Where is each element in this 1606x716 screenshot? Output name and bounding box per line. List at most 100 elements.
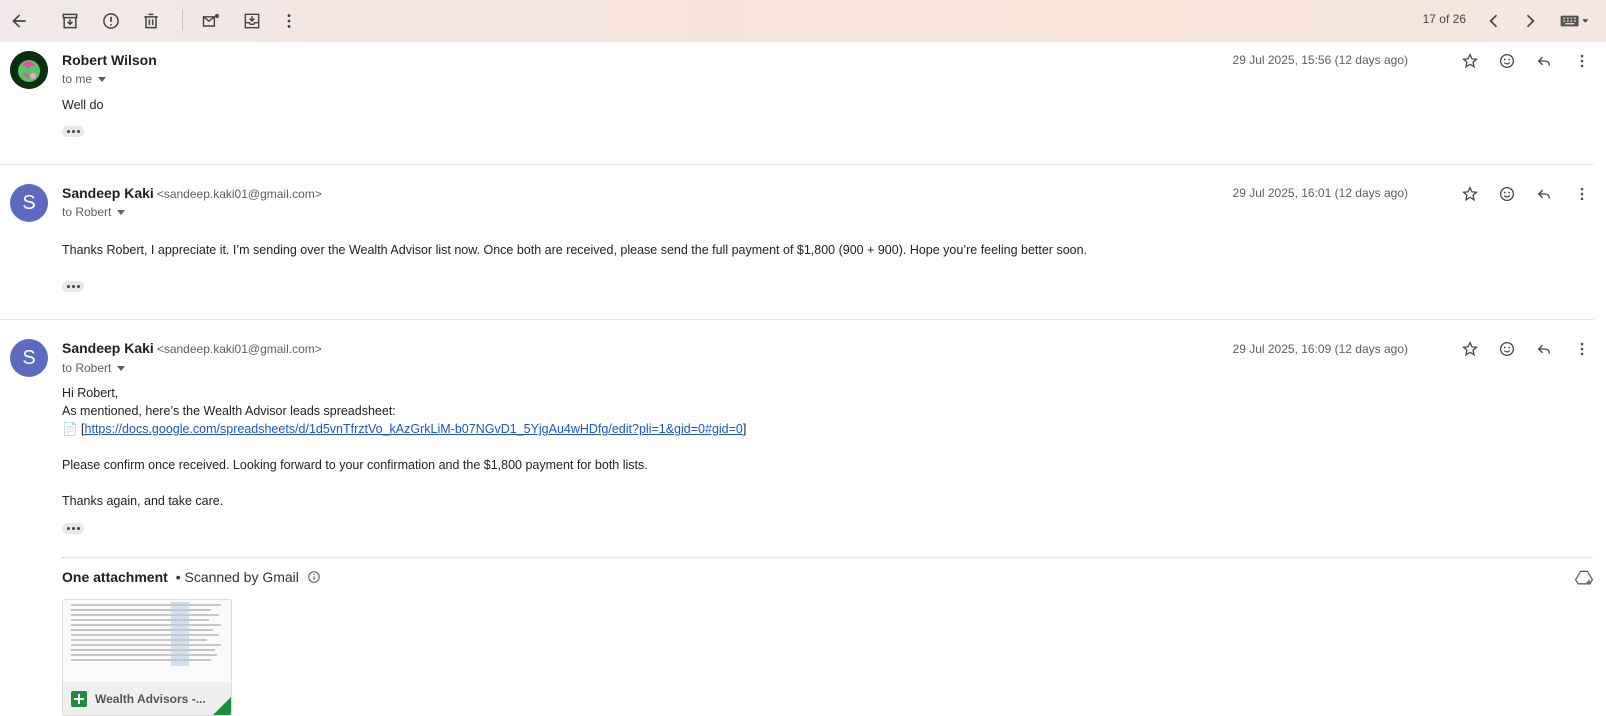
arrow-back-icon (12, 14, 26, 28)
more-button[interactable] (1570, 182, 1594, 206)
caret-down-icon (117, 210, 126, 216)
recipient-label: to me (62, 72, 93, 86)
mark-unread-icon (202, 14, 219, 27)
body-line: Thanks again, and take care. (62, 494, 224, 508)
sender-email: <sandeep.kaki01@gmail.com> (156, 342, 322, 356)
body-line: Thanks Robert, I appreciate it. I’m send… (62, 243, 1088, 257)
recipient-toggle[interactable]: to Robert (62, 361, 126, 375)
message-date: 29 Jul 2025, 15:56 (12 days ago) (1232, 53, 1408, 67)
star-icon (1462, 341, 1478, 357)
sheets-icon (71, 691, 87, 707)
more-options-button[interactable] (274, 6, 304, 36)
message-body: Well do (62, 96, 103, 114)
attachment-name: Wealth Advisors -... (95, 692, 206, 706)
emoji-icon (1499, 341, 1515, 357)
message-date: 29 Jul 2025, 16:01 (12 days ago) (1232, 186, 1408, 200)
show-trimmed-button[interactable] (62, 523, 84, 534)
trash-icon (144, 13, 158, 29)
recipient-label: to Robert (62, 361, 112, 375)
attachment-count: One attachment (62, 569, 168, 585)
toolbar: 17 of 26 (0, 0, 1606, 42)
report-icon (103, 13, 119, 29)
reply-icon (1537, 344, 1550, 354)
sender-name: Sandeep Kaki (62, 340, 154, 356)
older-button[interactable] (1515, 6, 1545, 36)
recipient-toggle[interactable]: to me (62, 72, 107, 86)
more-button[interactable] (1570, 337, 1594, 361)
scanned-label: • Scanned by Gmail (175, 569, 299, 585)
star-button[interactable] (1458, 337, 1482, 361)
archive-button[interactable] (55, 6, 85, 36)
avatar[interactable]: S (10, 184, 48, 222)
spreadsheet-thumbnail (63, 600, 231, 682)
add-to-drive-icon (1574, 570, 1594, 585)
attachment-header: One attachment • Scanned by Gmail (62, 569, 321, 585)
add-to-drive-button[interactable] (1574, 568, 1594, 588)
recipient-toggle[interactable]: to Robert (62, 205, 126, 219)
body-line: Please confirm once received. Looking fo… (62, 458, 648, 472)
show-trimmed-button[interactable] (62, 281, 84, 292)
chevron-left-icon (1489, 14, 1498, 28)
reply-button[interactable] (1532, 337, 1556, 361)
divider (0, 319, 1594, 320)
caret-down-icon (117, 366, 126, 372)
keyboard-icon (1560, 15, 1589, 27)
avatar[interactable] (10, 51, 48, 89)
message-body: Thanks Robert, I appreciate it. I’m send… (62, 241, 1087, 259)
reply-icon (1537, 189, 1550, 199)
sender-name: Robert Wilson (62, 52, 157, 68)
avatar-letter: S (22, 191, 36, 214)
body-line: As mentioned, here’s the Wealth Advisor … (62, 404, 396, 418)
more-vert-icon (1580, 187, 1584, 201)
attachment-card[interactable]: Wealth Advisors -... (62, 599, 232, 716)
move-to-button[interactable] (237, 6, 267, 36)
reply-button[interactable] (1532, 49, 1556, 73)
toolbar-divider (182, 9, 183, 31)
attachment-footer: Wealth Advisors -... (63, 682, 231, 715)
report-spam-button[interactable] (96, 6, 126, 36)
avatar-image (10, 51, 48, 89)
avatar[interactable]: S (10, 339, 48, 377)
chevron-right-icon (1526, 14, 1535, 28)
reply-icon (1537, 56, 1550, 66)
reply-button[interactable] (1532, 182, 1556, 206)
message-body: Hi Robert, As mentioned, here’s the Weal… (62, 384, 746, 510)
star-button[interactable] (1458, 49, 1482, 73)
sender-name: Sandeep Kaki (62, 185, 154, 201)
body-link-line: 📄 [https://docs.google.com/spreadsheets/… (62, 420, 746, 438)
sheets-corner-icon (213, 697, 231, 715)
sender-email: <sandeep.kaki01@gmail.com> (156, 187, 322, 201)
archive-icon (62, 13, 78, 29)
emoji-icon (1499, 186, 1515, 202)
star-button[interactable] (1458, 182, 1482, 206)
star-icon (1462, 53, 1478, 69)
show-trimmed-button[interactable] (62, 126, 84, 137)
message-counter: 17 of 26 (1422, 12, 1466, 26)
more-button[interactable] (1570, 49, 1594, 73)
body-line: Hi Robert, (62, 386, 119, 400)
newer-button[interactable] (1479, 6, 1509, 36)
spreadsheet-link[interactable]: https://docs.google.com/spreadsheets/d/1… (85, 422, 743, 436)
move-to-inbox-icon (244, 13, 260, 29)
sender-header: Sandeep Kaki <sandeep.kaki01@gmail.com> (62, 185, 322, 201)
emoji-button[interactable] (1495, 182, 1519, 206)
delete-button[interactable] (136, 6, 166, 36)
emoji-icon (1499, 53, 1515, 69)
mark-unread-button[interactable] (196, 6, 226, 36)
link-suffix: ] (742, 422, 747, 436)
emoji-button[interactable] (1495, 49, 1519, 73)
document-icon: 📄 [ (62, 422, 85, 436)
body-line: Well do (62, 98, 104, 112)
sender-header: Sandeep Kaki <sandeep.kaki01@gmail.com> (62, 340, 322, 356)
more-vert-icon (1580, 54, 1584, 68)
divider (0, 164, 1594, 165)
input-tools-button[interactable] (1555, 6, 1595, 36)
back-button[interactable] (4, 6, 34, 36)
more-vert-icon (1580, 342, 1584, 356)
recipient-label: to Robert (62, 205, 112, 219)
emoji-button[interactable] (1495, 337, 1519, 361)
info-icon[interactable] (307, 570, 321, 584)
caret-down-icon (98, 77, 107, 83)
